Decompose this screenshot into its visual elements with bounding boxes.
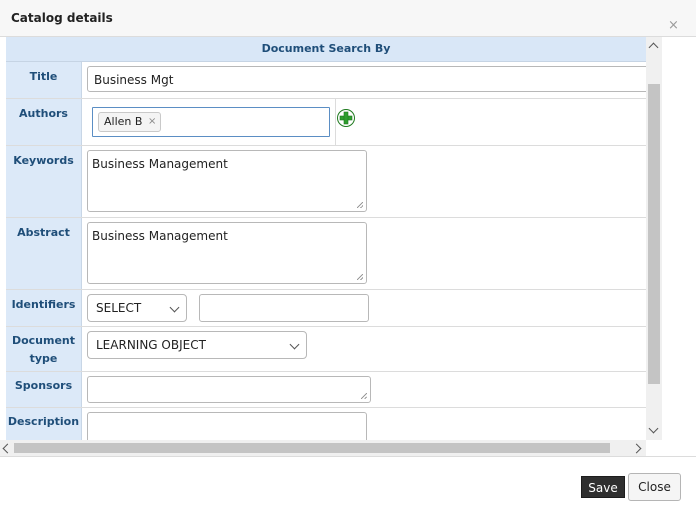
close-icon[interactable]: ×: [668, 19, 679, 32]
sponsors-label-cell: Sponsors: [6, 372, 82, 407]
close-button[interactable]: Close: [628, 473, 681, 501]
keywords-label: Keywords: [13, 154, 74, 167]
document-type-value: LEARNING OBJECT: [96, 338, 206, 352]
horizontal-scroll-thumb[interactable]: [14, 443, 610, 453]
sponsors-value-cell: [82, 372, 646, 407]
description-textarea[interactable]: [87, 412, 367, 440]
vertical-scrollbar[interactable]: [646, 37, 662, 440]
resize-grip-icon[interactable]: [357, 274, 363, 280]
keywords-row: Keywords Business Management: [6, 146, 646, 218]
document-type-row: Document type LEARNING OBJECT: [6, 327, 646, 372]
identifiers-row: Identifiers SELECT: [6, 290, 646, 327]
keywords-textarea[interactable]: Business Management: [87, 150, 367, 212]
keywords-text: Business Management: [92, 157, 228, 171]
authors-label-cell: Authors: [6, 99, 82, 145]
title-label-cell: Title: [6, 62, 82, 98]
description-label-cell: Description: [6, 408, 82, 440]
description-row: Description: [6, 408, 646, 440]
sponsors-textarea[interactable]: [87, 376, 371, 403]
authors-label: Authors: [19, 107, 68, 120]
vertical-scroll-thumb[interactable]: [648, 84, 660, 384]
title-value-cell: Business Mgt: [82, 62, 657, 98]
catalog-details-dialog: Catalog details × Document Search By Tit…: [0, 0, 696, 508]
author-tag-label: Allen B: [104, 115, 143, 128]
title-row: Title Business Mgt: [6, 62, 657, 99]
scroll-up-icon[interactable]: [648, 42, 659, 53]
document-type-label-cell: Document type: [6, 327, 82, 371]
abstract-value-cell: Business Management: [82, 218, 646, 289]
identifier-type-select[interactable]: SELECT: [87, 294, 187, 322]
identifiers-label: Identifiers: [11, 298, 76, 311]
author-tag: Allen B ×: [98, 112, 162, 132]
scroll-down-icon[interactable]: [648, 423, 659, 434]
resize-grip-icon[interactable]: [357, 202, 363, 208]
keywords-value-cell: Business Management: [82, 146, 646, 217]
identifiers-label-cell: Identifiers: [6, 290, 82, 326]
resize-grip-icon[interactable]: [361, 393, 367, 399]
chevron-down-icon: [289, 339, 300, 350]
save-button[interactable]: Save: [581, 476, 625, 498]
identifier-value-input[interactable]: [199, 294, 369, 322]
dialog-footer: Save Close: [0, 456, 696, 508]
sponsors-label: Sponsors: [14, 379, 73, 392]
scroll-right-icon[interactable]: [631, 443, 642, 454]
description-label: Description: [7, 415, 80, 428]
abstract-text: Business Management: [92, 229, 228, 243]
authors-value-cell: Allen B ×: [82, 99, 646, 145]
document-type-select[interactable]: LEARNING OBJECT: [87, 331, 307, 359]
description-value-cell: [82, 408, 646, 440]
chevron-down-icon: [169, 302, 180, 313]
document-type-label-line2: type: [29, 352, 58, 365]
authors-divider: [335, 99, 336, 145]
authors-row: Authors Allen B ×: [6, 99, 646, 146]
scroll-left-icon[interactable]: [2, 443, 13, 454]
authors-tag-input[interactable]: Allen B ×: [92, 107, 330, 137]
form-scroll-area: Document Search By Title Business Mgt Au…: [0, 37, 662, 440]
abstract-row: Abstract Business Management: [6, 218, 646, 290]
document-type-value-cell: LEARNING OBJECT: [82, 327, 646, 371]
section-header-text: Document Search By: [261, 42, 391, 55]
keywords-label-cell: Keywords: [6, 146, 82, 217]
dialog-title: Catalog details: [11, 11, 113, 25]
remove-tag-icon[interactable]: ×: [148, 113, 156, 131]
sponsors-row: Sponsors: [6, 372, 646, 408]
section-header: Document Search By: [6, 37, 646, 62]
abstract-textarea[interactable]: Business Management: [87, 222, 367, 284]
plus-circle-icon[interactable]: [337, 109, 355, 127]
abstract-label: Abstract: [17, 226, 70, 239]
title-input[interactable]: Business Mgt: [87, 66, 657, 92]
abstract-label-cell: Abstract: [6, 218, 82, 289]
title-label: Title: [29, 70, 58, 83]
horizontal-scrollbar[interactable]: [0, 440, 646, 456]
dialog-titlebar: Catalog details ×: [0, 0, 696, 37]
document-type-label-line1: Document: [11, 334, 76, 347]
identifiers-value-cell: SELECT: [82, 290, 646, 326]
identifier-type-value: SELECT: [96, 301, 142, 315]
